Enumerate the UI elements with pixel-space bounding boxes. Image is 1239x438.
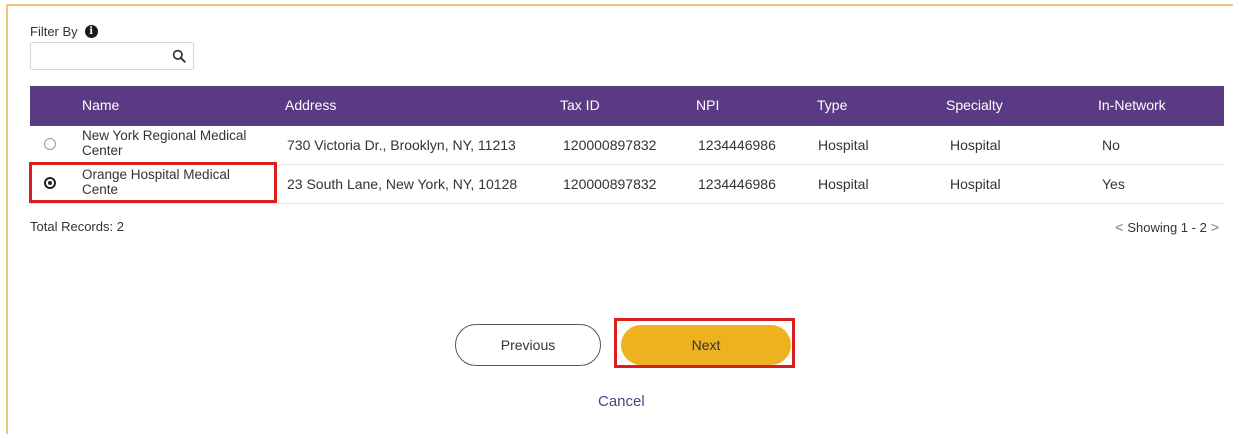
provider-tax-id: 120000897832 — [563, 137, 657, 153]
provider-specialty: Hospital — [950, 137, 1001, 153]
provider-tax-id: 120000897832 — [563, 176, 657, 192]
column-header-tax-id[interactable]: Tax ID — [560, 97, 600, 113]
search-icon[interactable] — [172, 49, 186, 63]
total-records: Total Records: 2 — [30, 219, 124, 234]
provider-specialty: Hospital — [950, 176, 1001, 192]
row-radio-selected[interactable] — [44, 177, 56, 189]
previous-button[interactable]: Previous — [455, 324, 601, 366]
provider-address: 730 Victoria Dr., Brooklyn, NY, 11213 — [287, 137, 516, 153]
next-button[interactable]: Next — [621, 325, 791, 365]
provider-npi: 1234446986 — [698, 176, 776, 192]
provider-type: Hospital — [818, 176, 869, 192]
pagination-status: Showing 1 - 2 — [1127, 219, 1207, 235]
column-header-type[interactable]: Type — [817, 97, 847, 113]
row-radio[interactable] — [44, 138, 56, 150]
table-row[interactable]: New York Regional Medical Center 730 Vic… — [30, 126, 1224, 165]
column-header-name[interactable]: Name — [82, 97, 119, 113]
column-header-specialty[interactable]: Specialty — [946, 97, 1003, 113]
filter-label: Filter By — [30, 24, 78, 39]
table-header: Name Address Tax ID NPI Type Specialty I… — [30, 86, 1224, 126]
filter-input[interactable] — [35, 46, 169, 68]
column-header-address[interactable]: Address — [285, 97, 336, 113]
provider-name: Orange Hospital Medical Cente — [82, 167, 230, 197]
cancel-link[interactable]: Cancel — [598, 393, 645, 410]
info-icon[interactable]: i — [84, 25, 98, 38]
provider-npi: 1234446986 — [698, 137, 776, 153]
table-row[interactable]: Orange Hospital Medical Cente 23 South L… — [30, 165, 1224, 204]
pagination: < Showing 1 - 2 > — [1111, 219, 1223, 235]
filter-label-group: Filter By i — [30, 24, 98, 39]
filter-field[interactable] — [30, 42, 194, 70]
provider-type: Hospital — [818, 137, 869, 153]
column-header-npi[interactable]: NPI — [696, 97, 719, 113]
provider-name: New York Regional Medical Center — [82, 128, 247, 158]
chevron-right-icon[interactable]: > — [1207, 219, 1223, 235]
provider-in-network: No — [1102, 137, 1120, 153]
provider-table: Name Address Tax ID NPI Type Specialty I… — [30, 86, 1224, 204]
chevron-left-icon[interactable]: < — [1111, 219, 1127, 235]
column-header-in-network[interactable]: In-Network — [1098, 97, 1166, 113]
provider-in-network: Yes — [1102, 176, 1125, 192]
provider-address: 23 South Lane, New York, NY, 10128 — [287, 176, 518, 192]
